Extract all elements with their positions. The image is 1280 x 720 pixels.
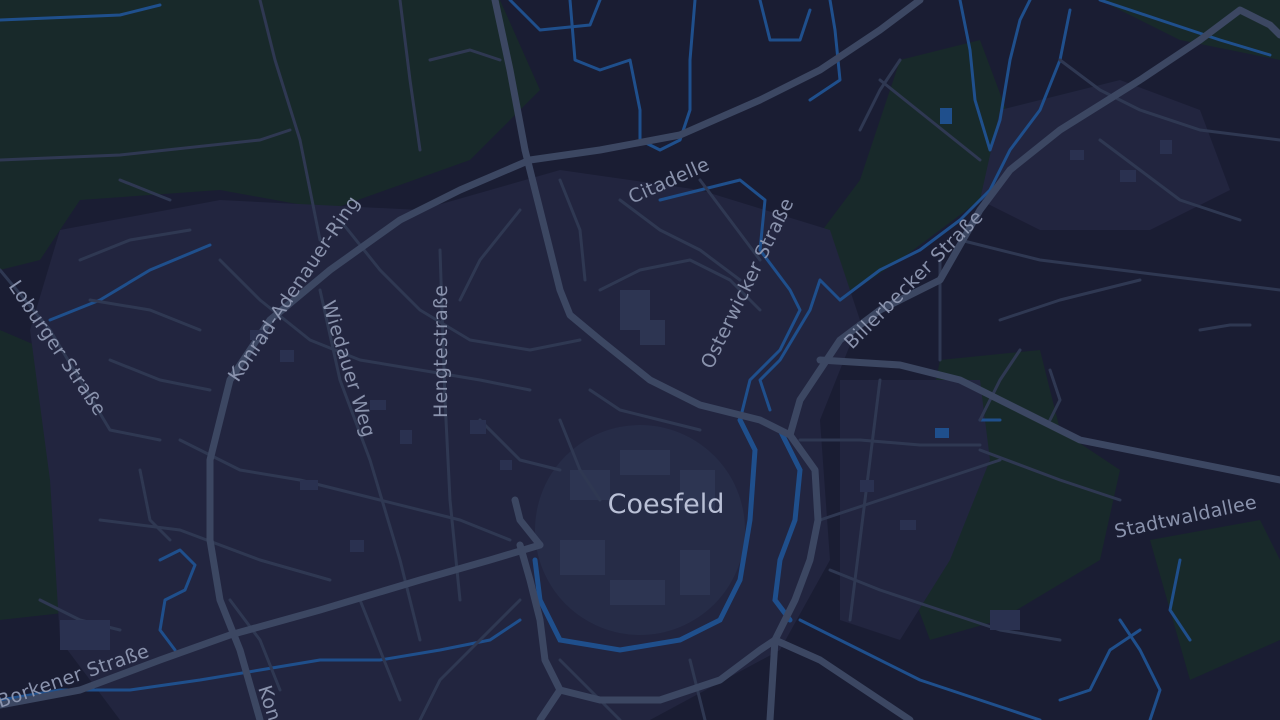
- city-label: Coesfeld: [608, 489, 725, 520]
- map-canvas[interactable]: Citadelle Konrad-Adenauer-Ring Hengtestr…: [0, 0, 1280, 720]
- street-label-hengtestrasse: Hengtestraße: [430, 285, 452, 418]
